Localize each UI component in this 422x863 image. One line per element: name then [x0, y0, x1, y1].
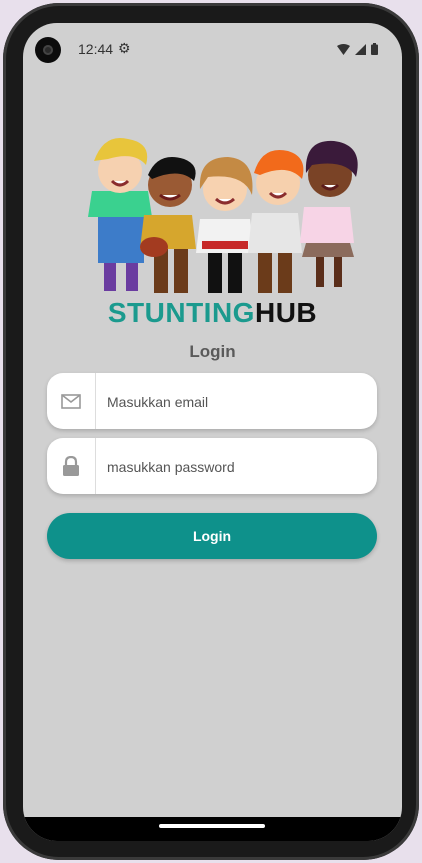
password-input[interactable]	[105, 438, 369, 496]
lock-icon	[47, 438, 96, 494]
navigation-bar	[23, 817, 402, 841]
status-bar: 12:44 ⚙	[23, 23, 402, 77]
login-button[interactable]: Login	[47, 513, 377, 559]
brand-logo-text: STUNTINGHUB	[23, 297, 402, 329]
gear-icon: ⚙	[118, 40, 131, 56]
kid-illustration	[196, 157, 254, 293]
email-field[interactable]	[47, 373, 377, 431]
password-field[interactable]	[47, 438, 377, 496]
kids-illustration	[88, 137, 358, 293]
phone-frame: 12:44 ⚙ STUNTINGHUB Login Masukkan email…	[3, 3, 419, 860]
kid-illustration	[248, 149, 304, 293]
system-icons	[337, 43, 378, 55]
email-input[interactable]	[105, 373, 369, 431]
battery-icon	[371, 43, 378, 55]
brand-part-stunting: STUNTING	[107, 297, 255, 328]
page-title: Login	[189, 342, 236, 361]
brand-part-hub: HUB	[254, 297, 318, 328]
kid-illustration	[300, 140, 358, 287]
home-gesture-handle[interactable]	[159, 824, 265, 828]
mail-icon	[47, 373, 96, 429]
app-screen: 12:44 ⚙ STUNTINGHUB Login Masukkan email…	[23, 23, 402, 841]
kid-illustration	[88, 137, 152, 291]
signal-icon	[355, 43, 366, 55]
kid-illustration	[140, 157, 196, 293]
wifi-icon	[337, 43, 350, 55]
status-time: 12:44	[78, 41, 114, 57]
camera-cutout	[35, 37, 61, 63]
